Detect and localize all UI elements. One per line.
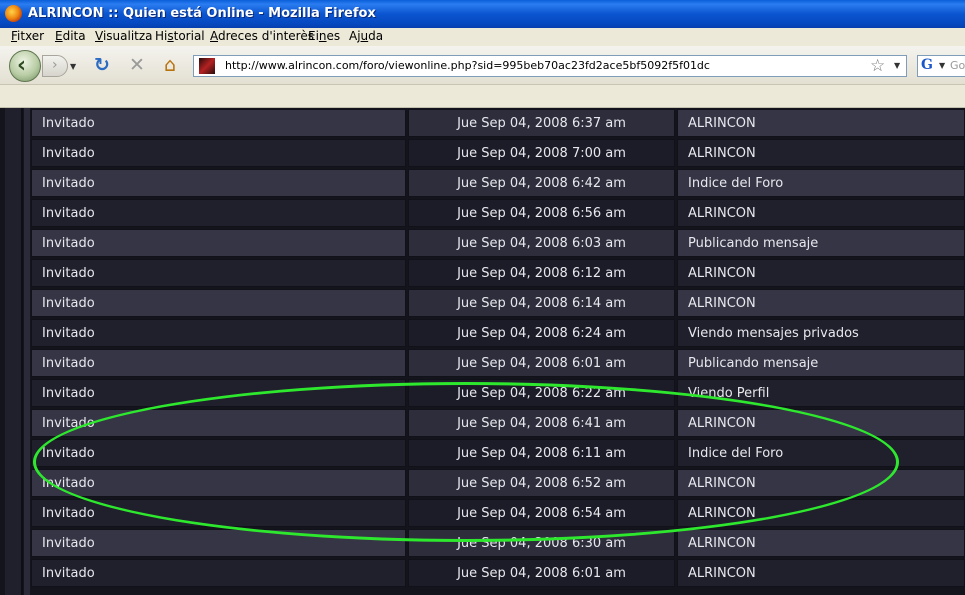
menu-historial[interactable]: Historial (155, 29, 205, 43)
history-dropdown-icon[interactable]: ▼ (70, 62, 76, 71)
table-row: Invitado Jue Sep 04, 2008 6:41 am ALRINCON (31, 409, 965, 437)
time-cell: Jue Sep 04, 2008 6:14 am (408, 289, 675, 317)
search-engine-dropdown-icon[interactable]: ▼ (939, 61, 945, 70)
user-cell[interactable]: Invitado (31, 229, 406, 257)
table-row: Invitado Jue Sep 04, 2008 6:01 am ALRINCON (31, 559, 965, 587)
location-cell[interactable]: ALRINCON (677, 199, 965, 227)
table-row: Invitado Jue Sep 04, 2008 6:30 am ALRINCON (31, 529, 965, 557)
time-cell: Jue Sep 04, 2008 6:11 am (408, 439, 675, 467)
left-border-inner (24, 108, 30, 595)
search-box[interactable]: G ▼ Go (917, 55, 965, 77)
user-cell[interactable]: Invitado (31, 559, 406, 587)
back-icon: ‹ (17, 53, 27, 78)
home-icon[interactable]: ⌂ (159, 54, 181, 76)
table-row: Invitado Jue Sep 04, 2008 7:00 am ALRINCON (31, 139, 965, 167)
user-cell[interactable]: Invitado (31, 169, 406, 197)
user-cell[interactable]: Invitado (31, 379, 406, 407)
google-icon[interactable]: G (921, 57, 936, 74)
user-cell[interactable]: Invitado (31, 469, 406, 497)
table-row: Invitado Jue Sep 04, 2008 6:03 am Publican… (31, 229, 965, 257)
firefox-icon (5, 5, 22, 22)
user-cell[interactable]: Invitado (31, 439, 406, 467)
navigation-toolbar: ‹ › ▼ ↻ ✕ ⌂ http://www.alrincon.com/foro… (0, 46, 965, 85)
url-dropdown-icon[interactable]: ▼ (894, 61, 900, 70)
user-cell[interactable]: Invitado (31, 529, 406, 557)
user-cell[interactable]: Invitado (31, 409, 406, 437)
location-cell[interactable]: ALRINCON (677, 529, 965, 557)
table-row: Invitado Jue Sep 04, 2008 6:01 am Publican… (31, 349, 965, 377)
user-cell[interactable]: Invitado (31, 109, 406, 137)
time-cell: Jue Sep 04, 2008 6:22 am (408, 379, 675, 407)
forward-button[interactable]: › (42, 55, 68, 77)
time-cell: Jue Sep 04, 2008 6:24 am (408, 319, 675, 347)
time-cell: Jue Sep 04, 2008 6:30 am (408, 529, 675, 557)
user-cell[interactable]: Invitado (31, 199, 406, 227)
location-cell[interactable]: Viendo Perfil (677, 379, 965, 407)
table-row: Invitado Jue Sep 04, 2008 6:54 am ALRINCON (31, 499, 965, 527)
toolbar-strip (0, 85, 965, 108)
location-cell[interactable]: ALRINCON (677, 139, 965, 167)
page-content: Invitado Jue Sep 04, 2008 6:37 am ALRINCON… (0, 108, 965, 595)
time-cell: Jue Sep 04, 2008 6:01 am (408, 349, 675, 377)
table-row: Invitado Jue Sep 04, 2008 6:42 am Indice d… (31, 169, 965, 197)
location-cell[interactable]: ALRINCON (677, 469, 965, 497)
menu-adreces[interactable]: Adreces d'interès (210, 29, 314, 43)
search-placeholder[interactable]: Go (950, 59, 965, 72)
menu-ajuda[interactable]: Ajuda (349, 29, 383, 43)
url-bar[interactable]: http://www.alrincon.com/foro/viewonline.… (193, 55, 907, 77)
time-cell: Jue Sep 04, 2008 6:52 am (408, 469, 675, 497)
location-cell[interactable]: Indice del Foro (677, 439, 965, 467)
table-row: Invitado Jue Sep 04, 2008 6:52 am ALRINCON (31, 469, 965, 497)
location-cell[interactable]: ALRINCON (677, 289, 965, 317)
time-cell: Jue Sep 04, 2008 6:01 am (408, 559, 675, 587)
time-cell: Jue Sep 04, 2008 6:42 am (408, 169, 675, 197)
forward-icon: › (52, 57, 58, 73)
time-cell: Jue Sep 04, 2008 6:41 am (408, 409, 675, 437)
table-row: Invitado Jue Sep 04, 2008 6:24 am Viendo m… (31, 319, 965, 347)
user-cell[interactable]: Invitado (31, 259, 406, 287)
user-cell[interactable]: Invitado (31, 289, 406, 317)
menu-visualitza[interactable]: Visualitza (95, 29, 153, 43)
table-row: Invitado Jue Sep 04, 2008 6:56 am ALRINCON (31, 199, 965, 227)
table-row: Invitado Jue Sep 04, 2008 6:12 am ALRINCON (31, 259, 965, 287)
location-cell[interactable]: Publicando mensaje (677, 349, 965, 377)
url-text[interactable]: http://www.alrincon.com/foro/viewonline.… (225, 59, 710, 72)
time-cell: Jue Sep 04, 2008 6:56 am (408, 199, 675, 227)
menu-edita[interactable]: Edita (55, 29, 86, 43)
window-titlebar: ALRINCON :: Quien está Online - Mozilla … (0, 0, 965, 28)
location-cell[interactable]: ALRINCON (677, 499, 965, 527)
table-row: Invitado Jue Sep 04, 2008 6:37 am ALRINCON (31, 109, 965, 137)
user-cell[interactable]: Invitado (31, 319, 406, 347)
table-row: Invitado Jue Sep 04, 2008 6:11 am Indice d… (31, 439, 965, 467)
table-row: Invitado Jue Sep 04, 2008 6:14 am ALRINCON (31, 289, 965, 317)
favicon (199, 58, 215, 74)
time-cell: Jue Sep 04, 2008 6:54 am (408, 499, 675, 527)
location-cell[interactable]: ALRINCON (677, 409, 965, 437)
back-button[interactable]: ‹ (9, 50, 41, 82)
reload-icon[interactable]: ↻ (91, 54, 113, 76)
stop-icon[interactable]: ✕ (126, 54, 148, 76)
location-cell[interactable]: Publicando mensaje (677, 229, 965, 257)
menu-eines[interactable]: Eines (308, 29, 340, 43)
time-cell: Jue Sep 04, 2008 6:37 am (408, 109, 675, 137)
location-cell[interactable]: ALRINCON (677, 259, 965, 287)
table-row: Invitado Jue Sep 04, 2008 6:22 am Viendo P… (31, 379, 965, 407)
window-title: ALRINCON :: Quien está Online - Mozilla … (28, 6, 376, 21)
location-cell[interactable]: ALRINCON (677, 109, 965, 137)
menu-bar: Fitxer Edita Visualitza Historial Adrece… (0, 28, 965, 46)
user-cell[interactable]: Invitado (31, 139, 406, 167)
time-cell: Jue Sep 04, 2008 6:12 am (408, 259, 675, 287)
location-cell[interactable]: Indice del Foro (677, 169, 965, 197)
location-cell[interactable]: Viendo mensajes privados (677, 319, 965, 347)
left-border (5, 108, 23, 595)
location-cell[interactable]: ALRINCON (677, 559, 965, 587)
bookmark-star-icon[interactable]: ☆ (870, 56, 885, 76)
time-cell: Jue Sep 04, 2008 6:03 am (408, 229, 675, 257)
time-cell: Jue Sep 04, 2008 7:00 am (408, 139, 675, 167)
user-cell[interactable]: Invitado (31, 349, 406, 377)
menu-fitxer[interactable]: Fitxer (11, 29, 44, 43)
user-cell[interactable]: Invitado (31, 499, 406, 527)
